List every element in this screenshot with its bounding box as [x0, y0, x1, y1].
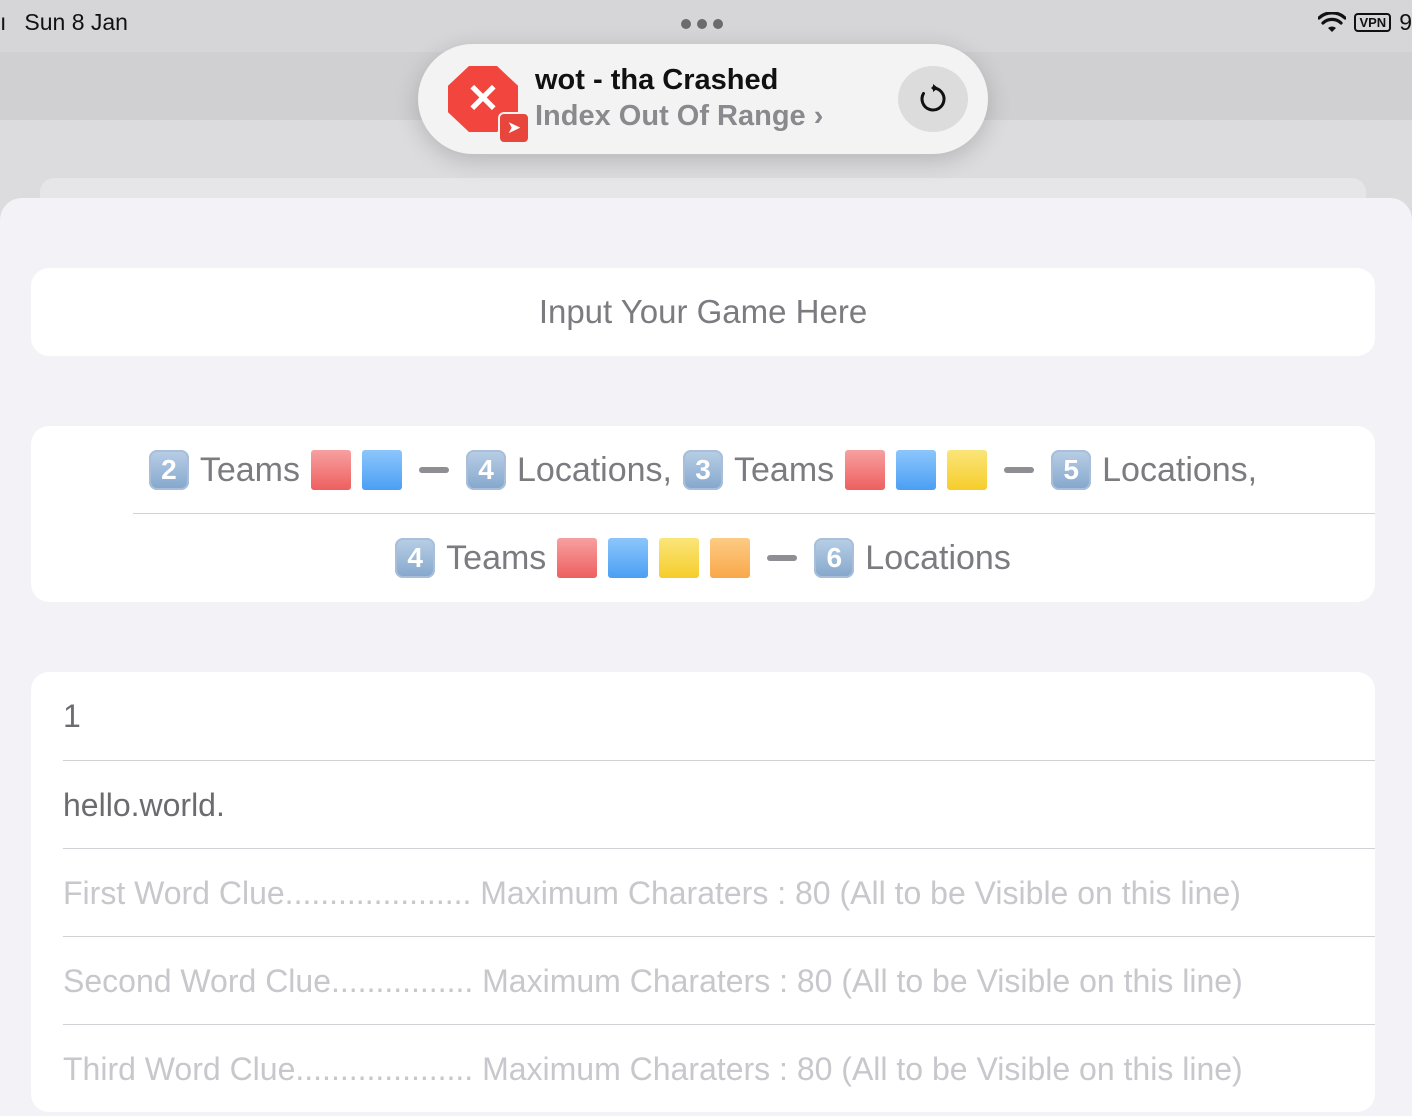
testflight-badge-icon: ➤	[498, 112, 530, 144]
first-clue-field[interactable]: First Word Clue..................... Max…	[63, 848, 1375, 937]
blue-square-icon	[362, 450, 402, 490]
chevron-right-icon: ›	[813, 100, 824, 132]
form-sheet: Input Your Game Here 2 Teams 4 Locations…	[0, 198, 1412, 1116]
keycap-four-icon: 4	[466, 450, 506, 490]
status-edge-text: ı	[0, 9, 7, 35]
word-field[interactable]: hello.world.	[63, 760, 1375, 849]
game-input-placeholder: Input Your Game Here	[538, 293, 868, 330]
clue-form-card: 1 hello.world. First Word Clue..........…	[31, 672, 1375, 1112]
options-row-1[interactable]: 2 Teams 4 Locations, 3 Teams 5 Locations…	[31, 426, 1375, 514]
option-locations-label: Locations,	[1102, 450, 1258, 489]
crash-notification-banner[interactable]: ✕ ➤ wot - tha Crashed Index Out Of Range…	[418, 44, 988, 154]
keycap-two-icon: 2	[148, 450, 189, 490]
blue-square-icon	[896, 450, 937, 490]
yellow-square-icon	[659, 538, 700, 578]
red-square-icon	[311, 450, 351, 490]
keycap-five-icon: 5	[1051, 450, 1092, 490]
option-teams-label: Teams	[199, 450, 300, 489]
number-field[interactable]: 1	[63, 672, 1375, 760]
multitasking-dots-icon[interactable]	[681, 19, 723, 29]
keycap-three-icon: 3	[683, 450, 723, 490]
yellow-square-icon	[947, 450, 988, 490]
options-row-2[interactable]: 4 Teams 6 Locations	[31, 514, 1375, 602]
keycap-six-icon: 6	[814, 538, 855, 578]
team-options-card: 2 Teams 4 Locations, 3 Teams 5 Locations…	[31, 426, 1375, 602]
dash-icon	[767, 555, 798, 561]
crash-octagon-icon: ✕ ➤	[448, 66, 530, 144]
orange-square-icon	[710, 538, 751, 578]
status-right: VPN 9	[1318, 9, 1412, 36]
dash-icon	[1004, 467, 1035, 473]
crash-title: wot - tha Crashed	[535, 64, 779, 96]
keycap-four-icon: 4	[395, 538, 436, 578]
reload-icon	[920, 84, 946, 112]
option-locations-label: Locations	[865, 538, 1011, 577]
dash-icon	[419, 467, 449, 473]
red-square-icon	[845, 450, 886, 490]
vpn-badge: VPN	[1354, 13, 1392, 32]
game-input-field[interactable]: Input Your Game Here	[31, 268, 1375, 356]
status-left: ı Sun 8 Jan	[0, 9, 128, 36]
option-locations-label: Locations,	[517, 450, 672, 489]
third-clue-field[interactable]: Third Word Clue.................... Maxi…	[63, 1024, 1375, 1113]
red-square-icon	[557, 538, 598, 578]
wifi-icon	[1318, 11, 1347, 32]
battery-percentage: 9	[1399, 9, 1412, 35]
crash-reason: Index Out Of Range	[535, 100, 806, 132]
status-date: Sun 8 Jan	[24, 9, 128, 35]
second-clue-field[interactable]: Second Word Clue................ Maximum…	[63, 936, 1375, 1025]
crash-reason-link[interactable]: Index Out Of Range ›	[535, 100, 823, 133]
blue-square-icon	[608, 538, 649, 578]
option-teams-label: Teams	[734, 450, 835, 489]
option-teams-label: Teams	[446, 538, 547, 577]
reload-button[interactable]	[898, 66, 968, 132]
